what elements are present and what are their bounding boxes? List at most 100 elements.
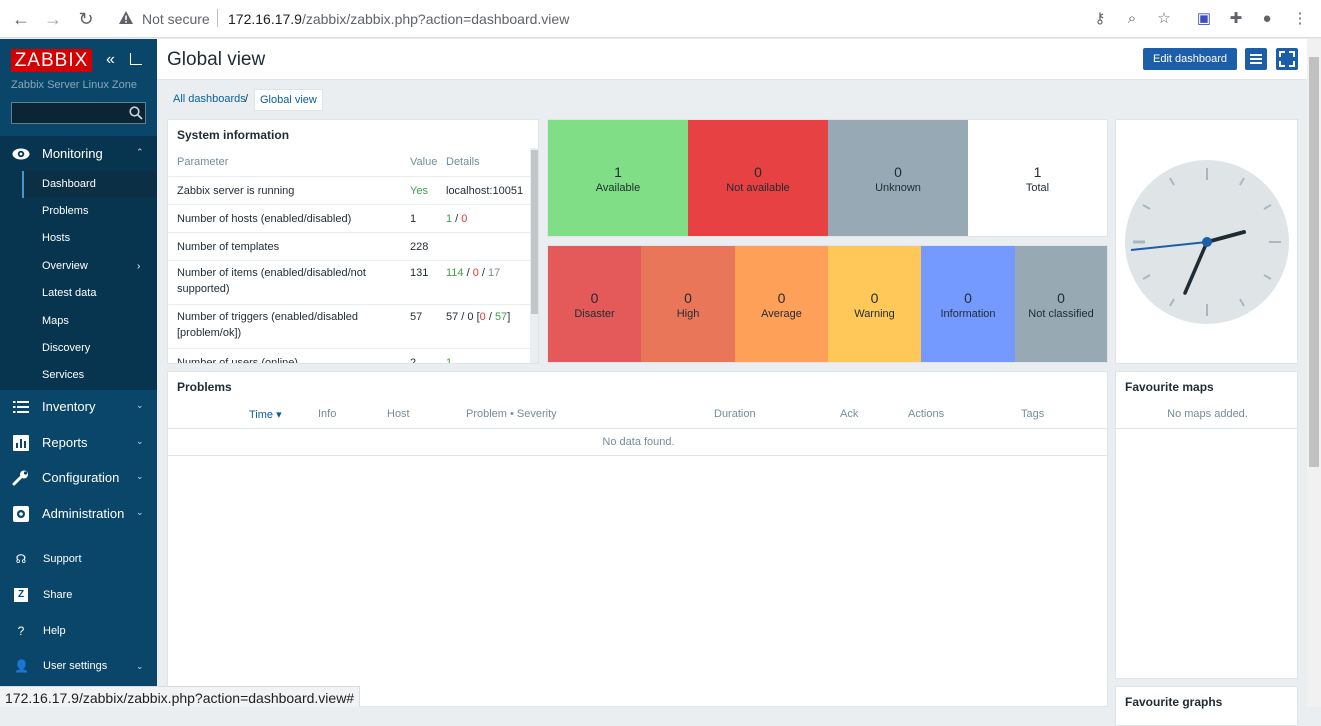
submenu-hosts[interactable]: Hosts [22, 225, 157, 252]
tile-count: 0 [870, 290, 879, 306]
host-availability-widget: 1 Available 0 Not available 0 Unknown 1 … [547, 119, 1108, 237]
puzzle-icon[interactable]: ✚ [1226, 9, 1246, 29]
favourite-graphs-widget: Favourite graphs [1115, 686, 1298, 726]
availability-tile-total[interactable]: 1 Total [968, 120, 1107, 236]
submenu-maps[interactable]: Maps [22, 308, 157, 335]
detail-prefix: 57 / 0 [ [446, 311, 480, 323]
tile-label: Total [1025, 182, 1050, 194]
tile-count: 0 [1057, 290, 1065, 306]
table-row: Zabbix server is running Yes localhost:1… [168, 176, 530, 204]
analog-clock [1125, 160, 1289, 324]
page-scrollbar[interactable] [1307, 39, 1321, 707]
fullscreen-button[interactable] [1276, 48, 1298, 70]
bar-chart-icon [13, 435, 29, 451]
column-header-info: Info [318, 408, 337, 420]
key-icon[interactable]: ⚷ [1090, 9, 1110, 29]
zoom-icon[interactable]: ⌕ [1122, 9, 1142, 29]
menu-user-settings[interactable]: 👤 User settings ⌄ [0, 649, 157, 683]
column-header-ack: Ack [840, 408, 859, 420]
row-parameter-line2: [problem/ok]) [177, 327, 242, 339]
menu-help[interactable]: ? Help [0, 614, 157, 648]
collapse-sidebar-icon[interactable]: « [106, 51, 115, 69]
row-parameter: Zabbix server is running [177, 185, 295, 197]
tile-count: 0 [964, 290, 972, 306]
menu-share[interactable]: Z Share [0, 578, 157, 612]
column-header-value: Value [410, 156, 438, 168]
search-icon[interactable] [129, 106, 143, 120]
back-icon[interactable]: ← [10, 8, 32, 30]
warning-icon[interactable] [118, 10, 134, 26]
column-header-time[interactable]: Time ▾ [249, 408, 282, 421]
availability-tile-not-available[interactable]: 0 Not available [688, 120, 828, 236]
page-header: Global view Edit dashboard [157, 39, 1307, 80]
tile-label: Disaster [574, 308, 615, 320]
submenu-problems[interactable]: Problems [22, 198, 157, 225]
address-divider [217, 9, 218, 27]
reload-icon[interactable]: ↻ [75, 8, 97, 30]
severity-tile-warning[interactable]: 0 Warning [828, 246, 921, 362]
row-parameter: Number of triggers (enabled/disabled [pro… [177, 309, 358, 341]
page-title: Global view [167, 49, 266, 70]
address-bar[interactable]: 172.16.17.9/zabbix/zabbix.php?action=das… [228, 11, 569, 27]
extension-icon[interactable]: ▣ [1194, 9, 1214, 29]
severity-tile-information[interactable]: 0 Information [921, 246, 1015, 362]
tile-label: Information [940, 308, 996, 320]
edit-dashboard-button[interactable]: Edit dashboard [1143, 48, 1237, 70]
tile-count: 1 [614, 164, 622, 180]
submenu-services[interactable]: Services [22, 362, 157, 389]
breadcrumb-current[interactable]: Global view [254, 89, 323, 111]
widget-scrollbar[interactable] [530, 148, 538, 363]
hamburger-icon [1250, 54, 1262, 64]
tile-label: Unknown [875, 182, 921, 194]
breadcrumb-all-dashboards[interactable]: All dashboards [167, 89, 252, 109]
zabbix-logo[interactable]: ZABBIX [11, 49, 92, 72]
chevron-down-icon: ⌄ [136, 400, 144, 410]
forward-icon[interactable]: → [42, 8, 64, 30]
submenu-overview[interactable]: Overview › [22, 253, 157, 280]
chevron-up-icon: ⌃ [136, 147, 144, 157]
widget-title: System information [177, 128, 290, 142]
eye-icon [12, 148, 30, 160]
menu-configuration[interactable]: Configuration ⌄ [0, 460, 157, 495]
column-header-duration: Duration [714, 408, 756, 420]
menu-monitoring-label: Monitoring [42, 146, 103, 161]
tile-label: Warning [854, 308, 895, 320]
availability-tile-unknown[interactable]: 0 Unknown [828, 120, 968, 236]
star-icon[interactable]: ☆ [1154, 9, 1174, 29]
divider [168, 455, 1107, 456]
actions-menu-button[interactable] [1245, 48, 1267, 70]
search-input[interactable] [11, 102, 146, 124]
not-secure-label[interactable]: Not secure [142, 11, 210, 27]
help-icon: ? [17, 624, 25, 638]
url-path: /zabbix/zabbix.php?action=dashboard.view [301, 11, 570, 27]
submenu-dashboard[interactable]: Dashboard [22, 171, 157, 198]
menu-help-label: Help [43, 625, 66, 637]
menu-reports[interactable]: Reports ⌄ [0, 425, 157, 460]
menu-inventory-label: Inventory [42, 399, 96, 414]
submenu-discovery[interactable]: Discovery [22, 335, 157, 362]
kiosk-mode-icon[interactable] [130, 53, 142, 65]
severity-tile-not-classified[interactable]: 0 Not classified [1015, 246, 1107, 362]
server-name: Zabbix Server Linux Zone [11, 79, 137, 91]
menu-administration-label: Administration [42, 506, 125, 521]
submenu-latest-data[interactable]: Latest data [22, 280, 157, 307]
menu-user-settings-label: User settings [43, 660, 108, 672]
menu-inventory[interactable]: Inventory ⌄ [0, 389, 157, 424]
sidebar: ZABBIX « Zabbix Server Linux Zone Monito… [0, 39, 157, 707]
menu-dots-icon[interactable]: ⋮ [1290, 9, 1310, 29]
severity-tile-disaster[interactable]: 0 Disaster [548, 246, 641, 362]
scrollbar-thumb[interactable] [1309, 57, 1319, 467]
severity-tile-high[interactable]: 0 High [641, 246, 735, 362]
clock-center [1202, 237, 1212, 247]
scrollbar-thumb[interactable] [531, 150, 538, 314]
favourite-maps-widget: Favourite maps No maps added. [1115, 371, 1298, 679]
menu-administration[interactable]: Administration ⌄ [0, 496, 157, 531]
severity-tile-average[interactable]: 0 Average [735, 246, 828, 362]
tile-count: 0 [894, 164, 902, 180]
profile-icon[interactable]: ● [1257, 9, 1277, 29]
menu-monitoring[interactable]: Monitoring ⌃ [0, 136, 157, 171]
detail-problem: 0 [479, 311, 486, 323]
divider [1116, 428, 1297, 429]
availability-tile-available[interactable]: 1 Available [548, 120, 688, 236]
menu-support[interactable]: ☊ Support [0, 542, 157, 576]
